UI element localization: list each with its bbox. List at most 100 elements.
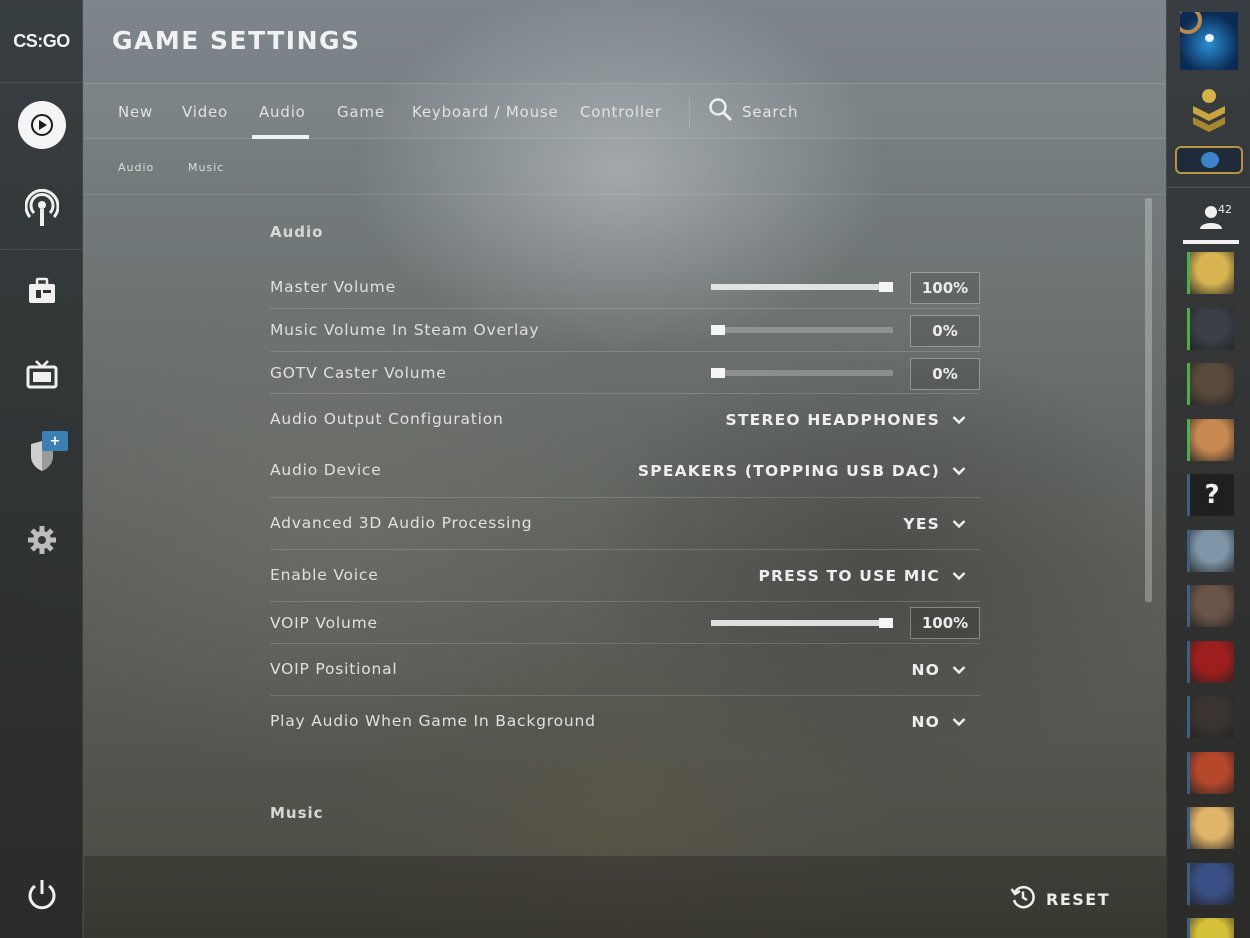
reset-label: RESET	[1046, 889, 1111, 909]
chevron-down-icon	[952, 566, 966, 585]
settings-tab-bar: New Video Audio Game Keyboard / Mouse Co…	[84, 83, 1166, 139]
friend-avatar-image	[1190, 752, 1234, 794]
tab-new[interactable]: New	[118, 84, 153, 139]
search-icon[interactable]	[708, 97, 734, 127]
subtab-music[interactable]: Music	[188, 139, 224, 195]
audio-device-dropdown[interactable]: SPEAKERS (TOPPING USB DAC)	[638, 461, 966, 480]
master-volume-value[interactable]: 100%	[910, 272, 980, 304]
setting-row-master-volume: Master Volume 100%	[270, 265, 980, 309]
tab-video[interactable]: Video	[182, 84, 228, 139]
setting-label: Audio Output Configuration	[270, 410, 504, 428]
slider-fill	[711, 284, 881, 290]
friend-avatar[interactable]	[1187, 419, 1234, 461]
slider-knob[interactable]	[879, 282, 893, 292]
sidebar-divider	[1167, 187, 1250, 188]
voip-volume-value[interactable]: 100%	[910, 607, 980, 639]
friend-avatar-image	[1190, 308, 1234, 350]
advanced-3d-audio-dropdown[interactable]: YES	[903, 514, 966, 533]
reset-button[interactable]: RESET	[1010, 884, 1110, 914]
setting-label: Advanced 3D Audio Processing	[270, 514, 533, 532]
slider-knob[interactable]	[879, 618, 893, 628]
right-sidebar: 42 ?	[1166, 0, 1250, 938]
friend-avatar[interactable]	[1187, 752, 1234, 794]
enable-voice-dropdown[interactable]: PRESS TO USE MIC	[758, 566, 966, 585]
setting-label: GOTV Caster Volume	[270, 364, 447, 382]
page-title: GAME SETTINGS	[112, 26, 361, 55]
setting-row-play-audio-background: Play Audio When Game In Background NO	[270, 696, 980, 748]
master-volume-slider[interactable]	[711, 282, 893, 292]
friend-avatar[interactable]	[1187, 807, 1234, 849]
voip-volume-slider[interactable]	[711, 618, 893, 628]
friend-avatar-image	[1190, 419, 1234, 461]
friend-avatar[interactable]	[1187, 696, 1234, 738]
history-reset-icon	[1010, 884, 1036, 914]
briefcase-icon[interactable]	[27, 276, 57, 310]
subtab-audio[interactable]: Audio	[118, 139, 154, 195]
section-title-music: Music	[270, 804, 324, 822]
power-nav-item[interactable]	[0, 878, 83, 916]
play-nav-item[interactable]	[0, 101, 83, 149]
settings-content: Audio Master Volume 100% Music Volume In…	[270, 195, 980, 855]
operation-plus-badge[interactable]: +	[42, 431, 68, 451]
setting-label: Audio Device	[270, 461, 382, 479]
play-icon[interactable]	[17, 101, 66, 149]
friend-avatar-image	[1190, 696, 1234, 738]
friend-avatar[interactable]	[1187, 585, 1234, 627]
slider-knob[interactable]	[711, 368, 725, 378]
tv-icon[interactable]	[26, 359, 58, 393]
dropdown-value: YES	[903, 514, 940, 533]
watch-nav-item[interactable]	[0, 188, 83, 232]
dropdown-value: SPEAKERS (TOPPING USB DAC)	[637, 461, 940, 480]
friend-avatar[interactable]	[1187, 308, 1234, 350]
slider-knob[interactable]	[711, 325, 725, 335]
tv-nav-item[interactable]	[0, 359, 83, 393]
friend-avatar-image	[1190, 363, 1234, 405]
tab-audio[interactable]: Audio	[252, 84, 309, 139]
voip-positional-dropdown[interactable]: NO	[911, 660, 966, 679]
search-button[interactable]: Search	[708, 84, 798, 139]
friend-avatar[interactable]	[1187, 918, 1234, 938]
music-volume-overlay-value[interactable]: 0%	[910, 315, 980, 347]
broadcast-icon[interactable]	[24, 188, 59, 232]
music-volume-overlay-slider[interactable]	[711, 325, 893, 335]
setting-row-voip-positional: VOIP Positional NO	[270, 644, 980, 696]
search-label: Search	[742, 102, 799, 121]
setting-row-voip-volume: VOIP Volume 100%	[270, 602, 980, 644]
power-icon[interactable]	[26, 878, 58, 916]
friend-avatar[interactable]	[1187, 641, 1234, 683]
friend-avatar-image	[1190, 918, 1234, 938]
friend-avatar[interactable]	[1187, 530, 1234, 572]
gotv-caster-volume-value[interactable]: 0%	[910, 358, 980, 390]
setting-row-advanced-3d-audio: Advanced 3D Audio Processing YES	[270, 498, 980, 550]
setting-row-enable-voice: Enable Voice PRESS TO USE MIC	[270, 550, 980, 602]
content-scrollbar[interactable]	[1145, 198, 1152, 602]
gotv-caster-volume-slider[interactable]	[711, 368, 893, 378]
setting-label: VOIP Volume	[270, 614, 378, 632]
chevron-down-icon	[952, 461, 966, 480]
tab-keyboard-mouse[interactable]: Keyboard / Mouse	[412, 84, 559, 139]
friend-avatar[interactable]	[1187, 863, 1234, 905]
friend-avatar-image	[1190, 863, 1234, 905]
friends-button[interactable]: 42	[1183, 198, 1239, 244]
setting-label: Enable Voice	[270, 566, 379, 584]
settings-nav-item[interactable]	[0, 525, 83, 559]
friend-avatar[interactable]	[1187, 363, 1234, 405]
rank-badge-icon[interactable]	[1189, 86, 1229, 136]
audio-output-config-dropdown[interactable]: STEREO HEADPHONES	[726, 410, 966, 429]
friend-avatar[interactable]: ?	[1187, 474, 1234, 516]
inventory-nav-item[interactable]	[0, 276, 83, 310]
setting-label: Play Audio When Game In Background	[270, 712, 596, 730]
setting-row-music-volume-overlay: Music Volume In Steam Overlay 0%	[270, 309, 980, 352]
friend-avatar-image	[1190, 807, 1234, 849]
play-audio-background-dropdown[interactable]: NO	[911, 712, 966, 731]
tab-controller[interactable]: Controller	[580, 84, 662, 139]
friend-avatar-image	[1190, 641, 1234, 683]
dropdown-value: NO	[911, 660, 940, 679]
gear-icon[interactable]	[27, 525, 57, 559]
tab-game[interactable]: Game	[337, 84, 385, 139]
player-avatar[interactable]	[1180, 12, 1238, 70]
service-medal-icon[interactable]	[1175, 146, 1243, 174]
dropdown-value: STEREO HEADPHONES	[725, 410, 940, 429]
friends-count: 42	[1218, 203, 1232, 216]
friend-avatar[interactable]	[1187, 252, 1234, 294]
